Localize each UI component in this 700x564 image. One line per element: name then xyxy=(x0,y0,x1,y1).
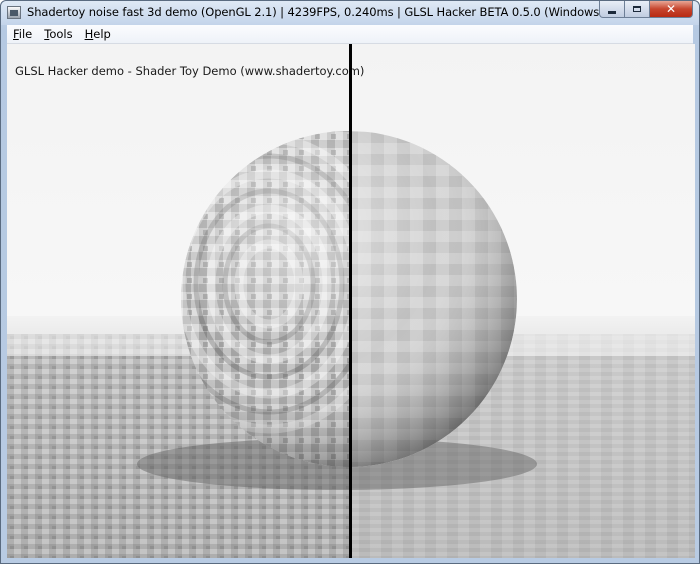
minimize-icon xyxy=(608,10,616,14)
menu-file[interactable]: File xyxy=(7,25,38,43)
menu-bar: File Tools Help xyxy=(7,25,693,44)
maximize-icon xyxy=(633,6,641,12)
maximize-button[interactable] xyxy=(625,1,650,18)
minimize-button[interactable] xyxy=(599,1,625,18)
app-window: Shadertoy noise fast 3d demo (OpenGL 2.1… xyxy=(0,0,700,564)
demo-caption: GLSL Hacker demo - Shader Toy Demo (www.… xyxy=(15,64,365,78)
app-window-icon[interactable] xyxy=(7,6,21,19)
menu-file-label: File xyxy=(13,27,33,41)
menu-tools[interactable]: Tools xyxy=(38,25,78,43)
comparison-divider[interactable] xyxy=(349,44,352,558)
window-controls: ✕ xyxy=(599,1,693,19)
menu-help-label: Help xyxy=(84,27,111,41)
close-icon: ✕ xyxy=(665,2,677,16)
menu-help[interactable]: Help xyxy=(79,25,117,43)
title-bar[interactable]: Shadertoy noise fast 3d demo (OpenGL 2.1… xyxy=(1,1,699,25)
render-viewport[interactable]: GLSL Hacker demo - Shader Toy Demo (www.… xyxy=(7,44,695,558)
menu-tools-label: Tools xyxy=(44,27,73,41)
close-button[interactable]: ✕ xyxy=(650,1,693,18)
window-title: Shadertoy noise fast 3d demo (OpenGL 2.1… xyxy=(27,5,607,19)
